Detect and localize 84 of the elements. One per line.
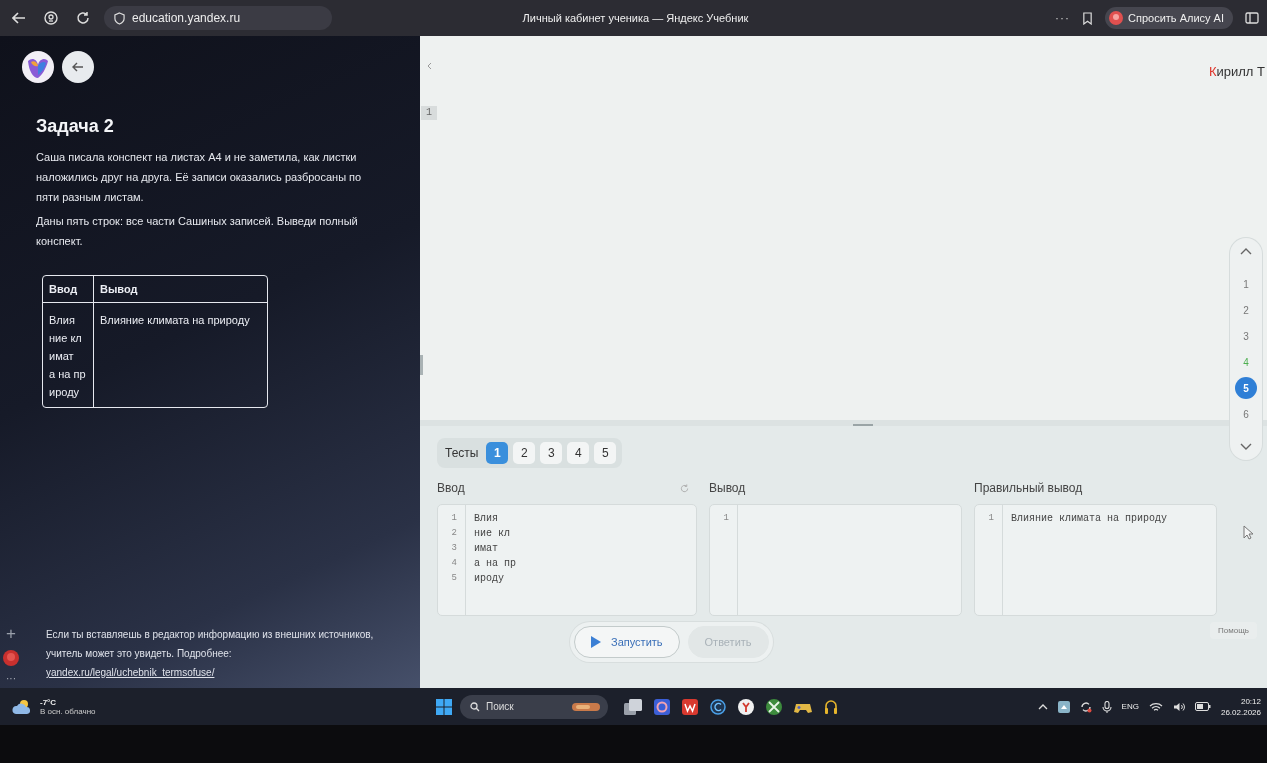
help-button[interactable]: Помощь — [1210, 622, 1257, 639]
code-line: Влия — [474, 512, 498, 526]
ring-tile-icon[interactable] — [654, 698, 670, 715]
menu-button[interactable]: ··· — [1055, 11, 1071, 25]
round-logo-icon[interactable] — [738, 698, 754, 715]
reload-icon[interactable] — [76, 11, 90, 25]
clock-time[interactable]: 20:12 — [1240, 695, 1261, 707]
add-button[interactable]: + — [6, 625, 16, 642]
task-number[interactable]: 2 — [1235, 299, 1257, 321]
test-tab[interactable]: 3 — [540, 442, 563, 464]
chevron-down-icon[interactable] — [1240, 443, 1252, 450]
line-number: 1 — [988, 512, 994, 525]
address-field[interactable]: education.yandex.ru — [104, 6, 332, 30]
circle-badge-icon[interactable] — [44, 11, 58, 25]
run-button[interactable]: Запустить — [574, 626, 680, 658]
line-number: 2 — [451, 527, 457, 540]
code-box[interactable]: 1 Влияние климата на природу — [974, 504, 1217, 616]
code-line: а на пр — [474, 557, 516, 571]
test-tab[interactable]: 5 — [594, 442, 617, 464]
orb-icon — [1109, 11, 1124, 25]
weather-text: В осн. облачно — [40, 706, 96, 716]
line-number: 3 — [451, 542, 457, 555]
table-cell-text: Влияние климата на природу — [99, 313, 251, 328]
triangle-tile-icon[interactable] — [1057, 700, 1070, 713]
sidebar-icon[interactable] — [1245, 11, 1259, 25]
terms-link[interactable]: yandex.ru/legal/uchebnik_termsofuse/ — [46, 667, 215, 678]
line-number: 1 — [451, 512, 457, 525]
cross-circle-icon[interactable] — [766, 698, 782, 715]
tests-label: Тесты — [445, 446, 479, 460]
pane-title: Вывод — [709, 481, 746, 495]
line-number: 1 — [723, 512, 729, 525]
task-number[interactable]: 3 — [1235, 325, 1257, 347]
task-number[interactable]: 1 — [1235, 273, 1257, 295]
task-title: Задача 2 — [36, 116, 115, 137]
code-line: ироду — [474, 572, 504, 586]
task-number[interactable]: 5 — [1235, 377, 1257, 399]
language-indicator[interactable]: ENG — [1121, 702, 1139, 711]
search-field[interactable]: Поиск — [460, 694, 608, 719]
notice-text: Если ты вставляешь в редактор информацию из внешних источников, учитель может это увидеть. Подробнее: yandex.ru/legal/uchebnik_termsofuse/ — [46, 628, 375, 680]
headphones-icon[interactable] — [824, 698, 838, 715]
windows-logo-icon[interactable] — [436, 698, 452, 715]
pane-title: Правильный вывод — [974, 481, 1083, 495]
table-header-cell: Ввод — [43, 276, 94, 303]
test-tab[interactable]: 2 — [513, 442, 536, 464]
play-icon — [591, 636, 601, 648]
line-number: 1 — [421, 106, 437, 120]
line-number: 5 — [451, 572, 457, 585]
microphone-icon[interactable] — [1101, 700, 1112, 713]
code-line: имат — [474, 542, 498, 556]
table-header-cell: Вывод — [94, 276, 267, 303]
code-line: ние кл — [474, 527, 510, 541]
resize-handle[interactable] — [420, 355, 423, 375]
cursor-icon — [1243, 525, 1253, 540]
task-view-icon[interactable] — [624, 698, 642, 715]
window-title: Личный кабинет ученика — Яндекс Учебник — [522, 12, 749, 24]
sync-icon[interactable] — [1079, 700, 1092, 713]
temperature-text: -7°C — [40, 697, 58, 707]
arrow-left-icon — [72, 62, 84, 72]
search-icon — [470, 701, 480, 712]
shield-icon — [114, 11, 125, 25]
wifi-icon[interactable] — [1148, 701, 1163, 712]
test-tab[interactable]: 4 — [567, 442, 590, 464]
zigzag-tile-icon[interactable] — [682, 698, 698, 715]
more-button[interactable]: ··· — [6, 674, 16, 684]
back-icon[interactable] — [12, 12, 26, 24]
resize-handle[interactable] — [852, 424, 873, 426]
pane-title: Ввод — [437, 481, 465, 495]
assistant-button[interactable]: Спросить Алису AI — [1105, 7, 1233, 29]
table-cell: Влия ние кл имат а на пр ироду — [43, 303, 94, 407]
pill-icon — [572, 701, 600, 712]
clock-date[interactable]: 26.02.2026 — [1220, 706, 1261, 718]
bookmark-icon[interactable] — [1082, 11, 1094, 25]
volume-icon[interactable] — [1172, 701, 1185, 712]
task-description: Саша писала конспект на листах А4 и не заметила, как листки наложились друг на друга. Её записи оказались разбросаны по пяти разным листам. — [36, 150, 363, 205]
logo-icon[interactable] — [22, 51, 54, 83]
circle-icon[interactable] — [3, 650, 19, 666]
back-button[interactable] — [62, 51, 94, 83]
code-line: Влияние климата на природу — [1011, 512, 1168, 526]
battery-icon[interactable] — [1194, 702, 1211, 711]
code-box[interactable]: 1 2 3 4 5 Влия ние кл имат а на пр ироду — [437, 504, 697, 616]
ring-icon[interactable] — [710, 698, 726, 715]
task-description: Даны пять строк: все части Сашиных записей. Выведи полный конспект. — [36, 214, 359, 249]
line-number: 4 — [451, 557, 457, 570]
user-name[interactable]: Кирилл Т — [1208, 64, 1265, 79]
